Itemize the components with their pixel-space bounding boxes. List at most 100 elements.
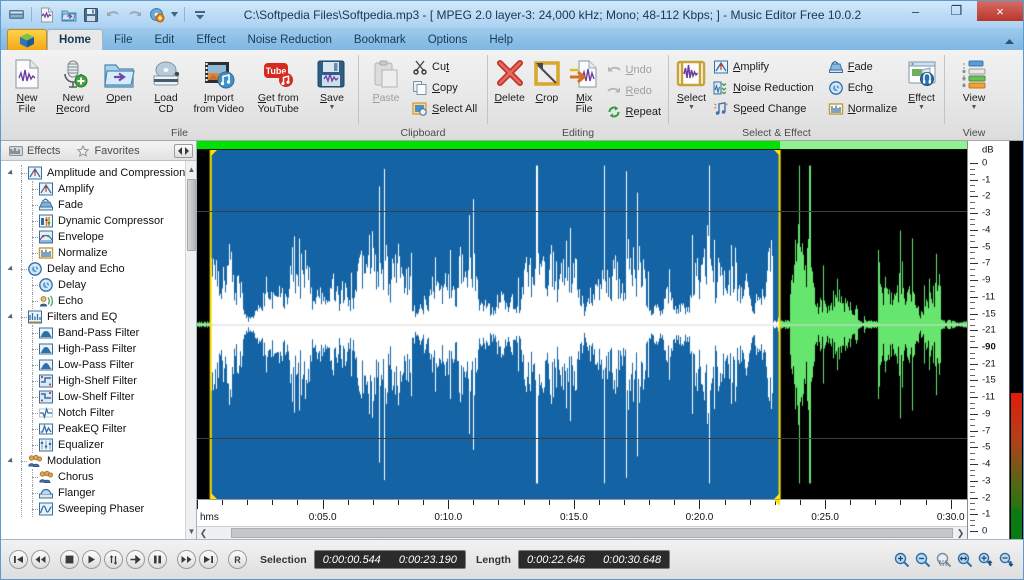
waveform-canvas[interactable] [197,150,967,499]
waveform-display[interactable] [197,150,967,499]
chevron-up-icon[interactable] [1001,34,1017,50]
tree-expander[interactable] [5,457,16,465]
tree-item-amplify[interactable]: Amplify [1,181,196,197]
record-button[interactable]: R [228,550,247,569]
tree-item-low-shelf-filter[interactable]: Low-Shelf Filter [1,389,196,405]
app-logo-button[interactable] [7,29,47,50]
new-file-icon[interactable] [37,5,57,24]
tab-file[interactable]: File [103,30,144,50]
get-from-youtube-button[interactable]: Tube Get from YouTube [249,54,308,115]
sidebar-tab-favorites[interactable]: Favorites [68,141,147,160]
scroll-down-arrow[interactable]: ▼ [187,525,196,537]
zoom-selection-button[interactable] [935,551,952,568]
fast-forward-button[interactable] [177,550,196,569]
copy-button[interactable]: Copy [410,78,481,97]
tree-item-echo[interactable]: Echo [1,293,196,309]
paste-button[interactable]: Paste [362,54,410,104]
save-button[interactable]: Save ▼ [309,54,355,111]
save-dropdown-caret[interactable]: ▼ [320,104,344,111]
tree-item-equalizer[interactable]: Equalizer [1,437,196,453]
effect-button[interactable]: Effect ▼ [902,54,941,111]
scroll-left-arrow[interactable]: ❮ [197,527,210,539]
tree-item-sweeping-phaser[interactable]: Sweeping Phaser [1,501,196,517]
effects-tree[interactable]: Amplitude and Compression Amplify Fade Dyna… [1,161,196,539]
selection-time-box[interactable]: 0:00:00.544 0:00:23.190 [313,550,466,569]
open-icon[interactable] [59,5,79,24]
view-dropdown-caret[interactable]: ▼ [963,104,986,111]
tree-item-high-shelf-filter[interactable]: High-Shelf Filter [1,373,196,389]
selection-start-marker-top[interactable] [210,150,217,156]
select-dropdown-caret[interactable]: ▼ [677,104,706,111]
sidebar-scrollbar[interactable]: ▲ ▼ [185,161,196,539]
horizontal-scrollbar[interactable]: ❮ ❯ [197,526,967,539]
sidebar-tab-effects[interactable]: Effects [1,141,68,160]
view-button[interactable]: View ▼ [950,54,998,111]
tree-item-dynamic-compressor[interactable]: Dynamic Compressor [1,213,196,229]
tree-item-high-pass-filter[interactable]: High-Pass Filter [1,341,196,357]
zoom-vertical-in-button[interactable] [977,551,994,568]
tree-item-envelope[interactable]: Envelope [1,229,196,245]
fade-button[interactable]: Fade [826,57,902,76]
tree-item-delay[interactable]: Delay [1,277,196,293]
timeline-ruler[interactable]: hms 0:05.0 0:10.0 0:15.0 0:20.0 0:25.0 0:30.0 [197,499,967,526]
normalize-button[interactable]: Normalize [826,99,902,118]
tab-bookmark[interactable]: Bookmark [343,30,417,50]
playhead-marker[interactable] [773,500,780,506]
new-file-button[interactable]: New File [4,54,50,115]
tree-item-chorus[interactable]: Chorus [1,469,196,485]
tree-item-band-pass-filter[interactable]: Band-Pass Filter [1,325,196,341]
open-button[interactable]: Open [96,54,142,104]
echo-button[interactable]: Echo [826,78,902,97]
undo-button[interactable]: Undo [604,60,665,79]
speed-change-button[interactable]: Speed Change [711,99,818,118]
tab-edit[interactable]: Edit [143,30,185,50]
tab-options[interactable]: Options [417,30,479,50]
repeat-button[interactable]: Repeat [604,102,665,121]
tab-effect[interactable]: Effect [185,30,236,50]
tree-item-normalize[interactable]: Normalize [1,245,196,261]
quick-access-dropdown-icon[interactable] [169,5,179,24]
app-menu-icon[interactable] [6,5,26,24]
horizontal-scroll-thumb[interactable] [231,528,953,538]
tree-item-flanger[interactable]: Flanger [1,485,196,501]
noise-reduction-button[interactable]: Noise Reduction [711,78,818,97]
effect-dropdown-caret[interactable]: ▼ [908,104,935,111]
play-button[interactable] [82,550,101,569]
tree-item-amplitude-and-compression[interactable]: Amplitude and Compression [1,165,196,181]
tree-item-fade[interactable]: Fade [1,197,196,213]
load-cd-button[interactable]: Load CD [143,54,189,115]
mix-file-button[interactable]: Mix File [566,54,603,115]
scroll-up-arrow[interactable]: ▲ [187,163,196,175]
crop-button[interactable]: Crop [528,54,565,104]
pause-button[interactable] [148,550,167,569]
tree-expander[interactable] [5,313,16,321]
new-record-button[interactable]: New Record [50,54,96,115]
tab-noise-reduction[interactable]: Noise Reduction [237,30,343,50]
customize-toolbar-icon[interactable] [190,5,210,24]
minimize-button[interactable]: – [895,1,936,21]
select-all-button[interactable]: Select All [410,99,481,118]
tree-item-low-pass-filter[interactable]: Low-Pass Filter [1,357,196,373]
rewind-button[interactable] [31,550,50,569]
tree-item-notch-filter[interactable]: Notch Filter [1,405,196,421]
tree-item-delay-and-echo[interactable]: Delay and Echo [1,261,196,277]
tree-expander[interactable] [5,265,16,273]
tree-item-filters-and-eq[interactable]: Filters and EQ [1,309,196,325]
select-button[interactable]: Select ▼ [672,54,711,111]
selection-end-marker-top[interactable] [773,150,780,156]
tab-home[interactable]: Home [47,29,103,50]
tab-help[interactable]: Help [478,30,524,50]
delete-button[interactable]: Delete [491,54,528,104]
tree-item-peakeq-filter[interactable]: PeakEQ Filter [1,421,196,437]
maximize-button[interactable]: ❐ [936,1,977,21]
loop-button[interactable] [104,550,123,569]
tree-expander[interactable] [5,169,16,177]
go-to-start-button[interactable] [9,550,28,569]
redo-button[interactable]: Redo [604,81,665,100]
close-button[interactable]: × [977,1,1023,21]
scroll-right-arrow[interactable]: ❯ [954,527,967,539]
burn-cd-icon[interactable] [147,5,167,24]
zoom-in-button[interactable] [893,551,910,568]
length-time-box[interactable]: 0:00:22.646 0:00:30.648 [517,550,671,569]
cut-button[interactable]: Cut [410,57,481,76]
